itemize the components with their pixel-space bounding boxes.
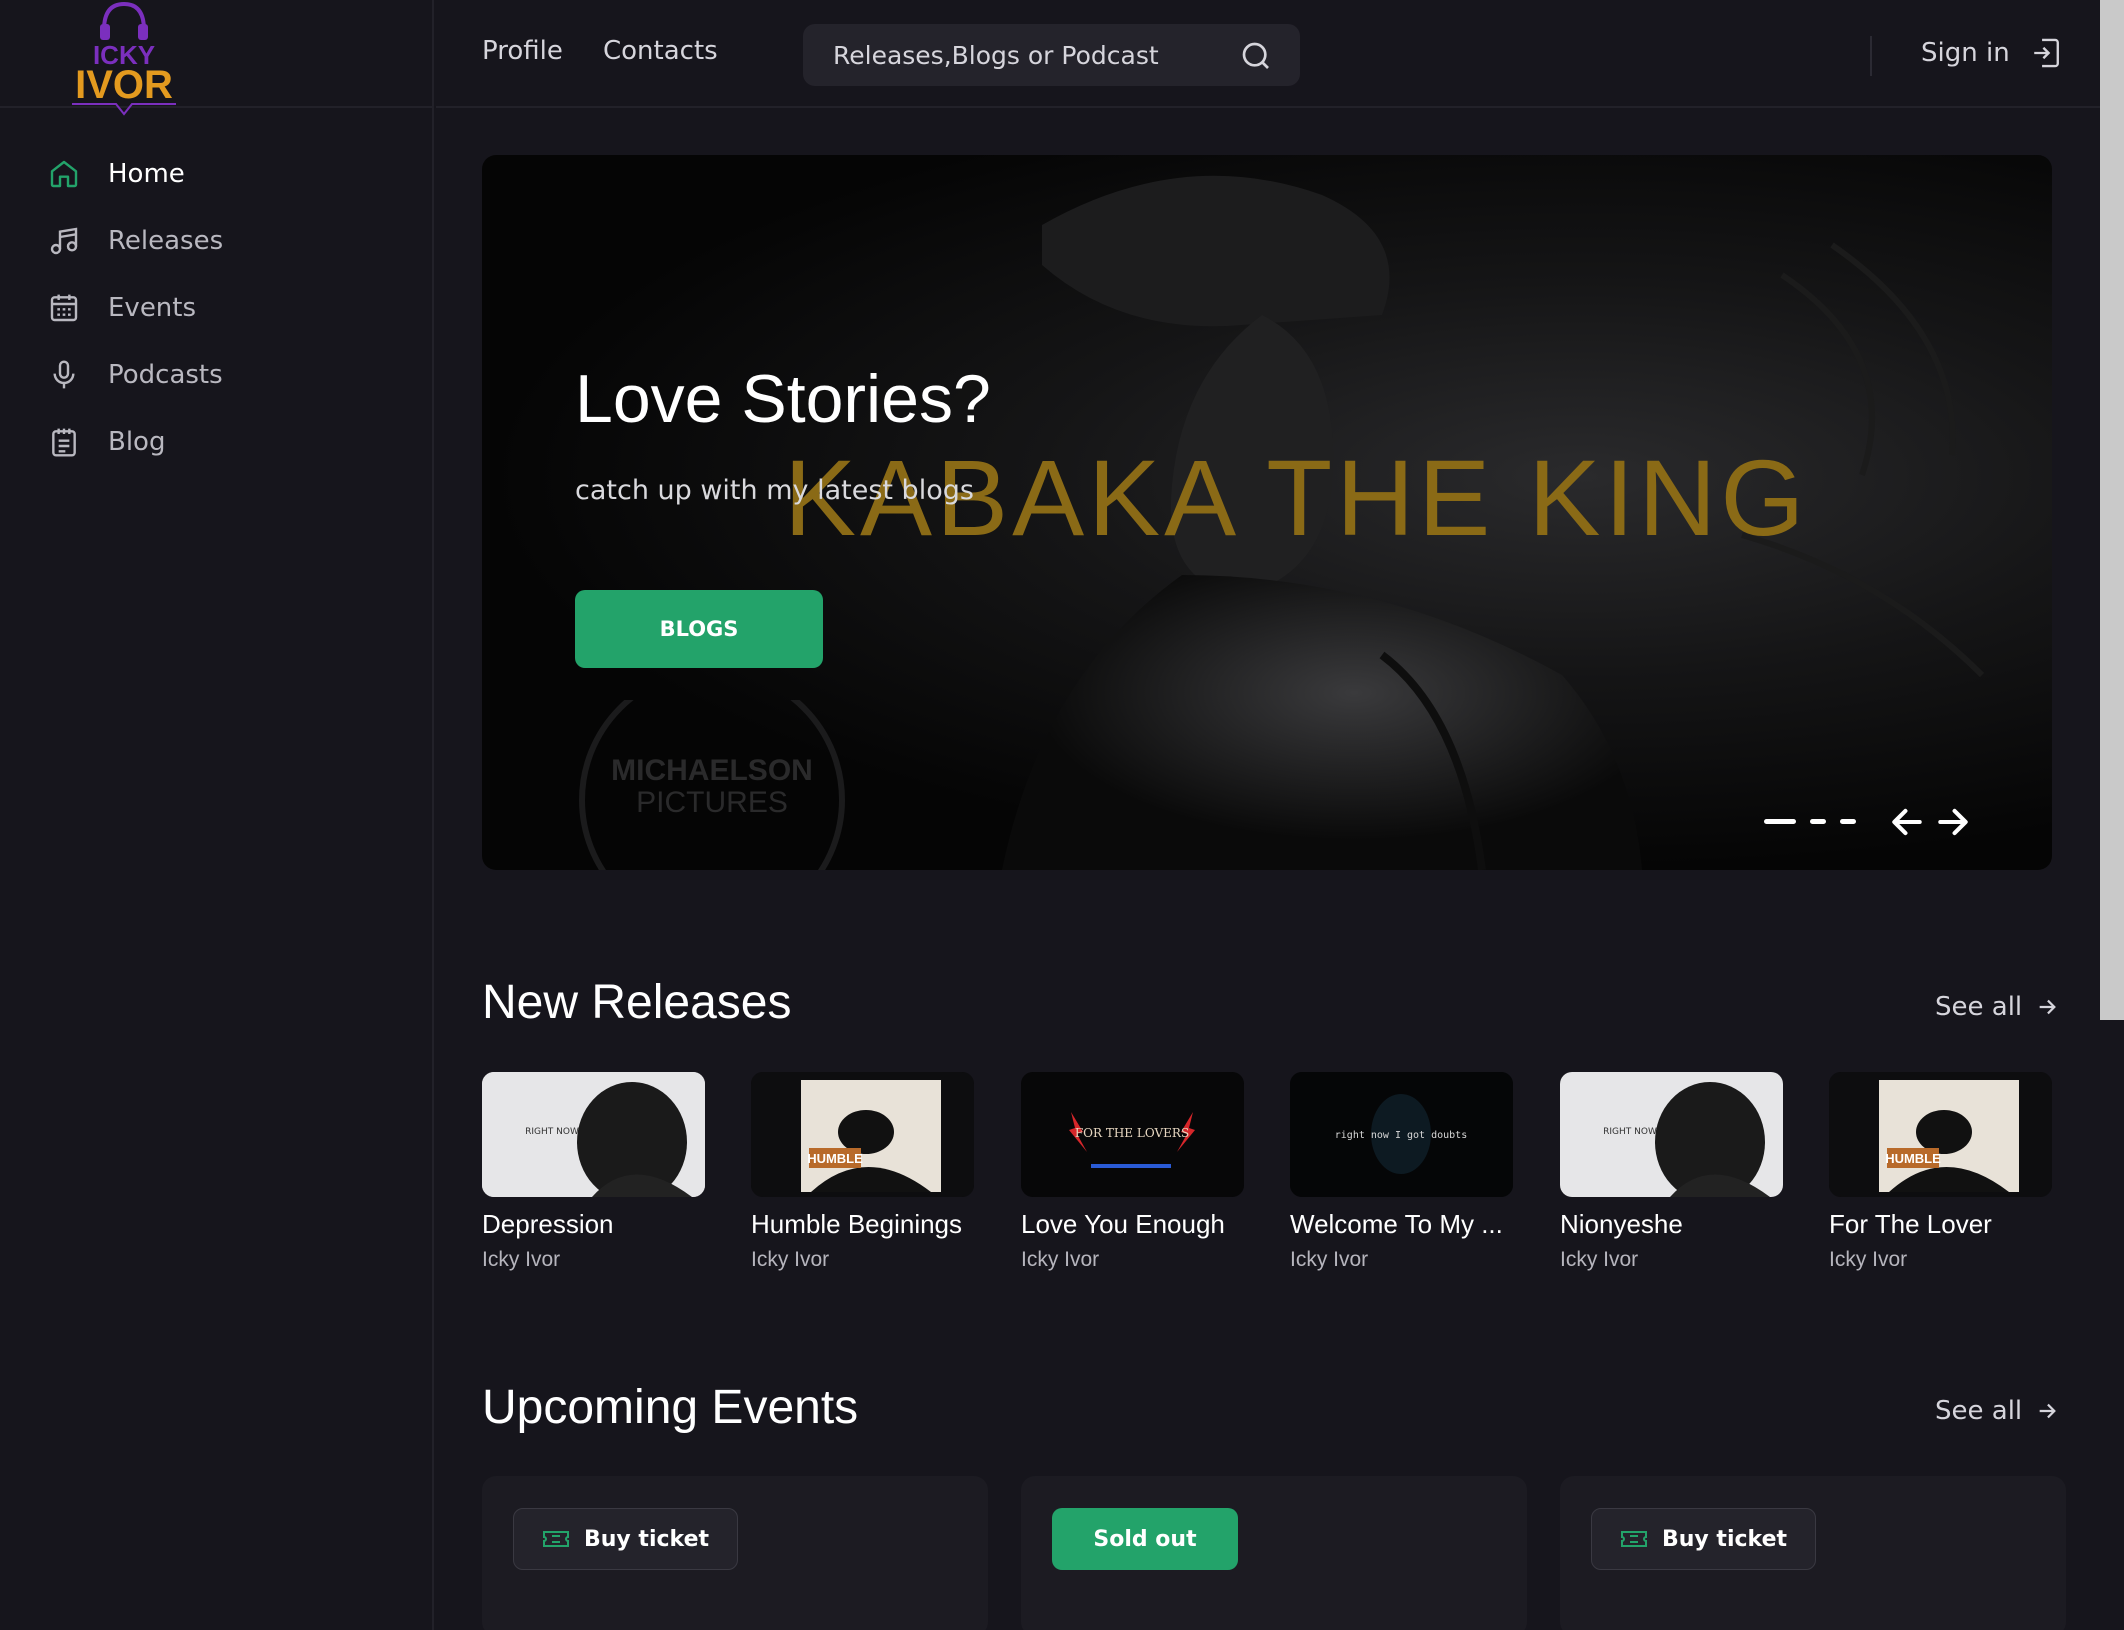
release-title: Welcome To My ... — [1290, 1209, 1503, 1239]
release-card[interactable]: HUMBLE Humble Beginings Icky Ivor — [751, 1072, 974, 1272]
carousel-dots — [1764, 819, 1870, 824]
events-see-all-link[interactable]: See all — [1935, 1396, 2058, 1426]
scrollbar[interactable] — [2100, 0, 2124, 1630]
hero-carousel: KABAKA THE KING Love Stories? catch up w… — [482, 155, 2052, 870]
release-card[interactable]: FOR THE LOVERS Love You Enough Icky Ivor — [1021, 1072, 1244, 1272]
carousel-dot[interactable] — [1840, 819, 1856, 824]
release-card[interactable]: HUMBLE For The Lover Icky Ivor — [1829, 1072, 2052, 1272]
arrow-right-icon — [2039, 999, 2057, 1015]
logo-area: ICKY IVOR — [0, 0, 434, 116]
sold-out-button[interactable]: Sold out — [1052, 1508, 1238, 1570]
release-artist: Icky Ivor — [1829, 1248, 1908, 1271]
top-bar: Profile Contacts Sign in — [436, 0, 2100, 108]
svg-text:RIGHT NOW: RIGHT NOW — [525, 1127, 579, 1137]
logo[interactable]: ICKY IVOR — [62, 0, 182, 118]
sidebar: ICKY IVOR Home Releases Events Podcasts … — [0, 0, 434, 1630]
arrow-right-icon[interactable] — [1934, 803, 1972, 841]
sidebar-item-blog[interactable]: Blog — [0, 408, 434, 475]
sign-in-icon — [2033, 38, 2059, 68]
microphone-icon — [46, 357, 82, 393]
svg-text:RIGHT NOW: RIGHT NOW — [1603, 1127, 1657, 1137]
release-title: Nionyeshe — [1560, 1209, 1683, 1239]
arrow-left-icon[interactable] — [1888, 803, 1926, 841]
search-input[interactable] — [833, 24, 1233, 86]
svg-text:FOR THE LOVERS: FOR THE LOVERS — [1075, 1126, 1189, 1140]
logo-bottom-text: IVOR — [75, 63, 173, 107]
search-icon[interactable] — [1240, 40, 1272, 72]
release-title: Depression — [482, 1209, 614, 1239]
event-card[interactable]: Buy ticket — [482, 1476, 988, 1630]
release-artist: Icky Ivor — [1021, 1248, 1100, 1271]
blogs-button[interactable]: BLOGS — [575, 590, 823, 668]
release-thumbnail: RIGHT NOW — [482, 1072, 705, 1197]
hero-subtitle: catch up with my latest blogs — [575, 475, 974, 506]
ticket-icon — [543, 1531, 569, 1547]
sidebar-item-label: Podcasts — [108, 359, 223, 390]
hero-title: Love Stories? — [575, 361, 991, 437]
see-all-label: See all — [1935, 992, 2023, 1022]
notepad-icon — [46, 424, 82, 460]
release-artist: Icky Ivor — [482, 1248, 561, 1271]
releases-see-all-link[interactable]: See all — [1935, 992, 2058, 1022]
new-releases-title: New Releases — [482, 976, 792, 1029]
search-bar — [803, 24, 1300, 86]
event-card[interactable]: Sold out — [1021, 1476, 1527, 1630]
sidebar-item-events[interactable]: Events — [0, 274, 434, 341]
sidebar-nav: Home Releases Events Podcasts Blog — [0, 140, 434, 475]
upcoming-events-title: Upcoming Events — [482, 1381, 859, 1434]
release-title: For The Lover — [1829, 1209, 1992, 1239]
watermark: MICHAELSON PICTURES — [579, 700, 845, 870]
music-note-icon — [46, 223, 82, 259]
scrollbar-thumb[interactable] — [2100, 0, 2124, 1020]
buy-ticket-button[interactable]: Buy ticket — [513, 1508, 739, 1570]
release-thumbnail: FOR THE LOVERS — [1021, 1072, 1244, 1197]
svg-text:right now I got doubts: right now I got doubts — [1335, 1130, 1467, 1141]
release-artist: Icky Ivor — [1560, 1248, 1639, 1271]
event-card[interactable]: Buy ticket — [1560, 1476, 2066, 1630]
buy-ticket-label: Buy ticket — [1662, 1526, 1788, 1552]
sidebar-item-label: Home — [108, 158, 185, 189]
release-title: Love You Enough — [1021, 1209, 1225, 1239]
svg-text:HUMBLE: HUMBLE — [1885, 1151, 1941, 1166]
sidebar-item-releases[interactable]: Releases — [0, 207, 434, 274]
sidebar-item-label: Blog — [108, 426, 166, 457]
sidebar-item-podcasts[interactable]: Podcasts — [0, 341, 434, 408]
ticket-icon — [1621, 1531, 1647, 1547]
svg-text:HUMBLE: HUMBLE — [807, 1151, 863, 1166]
sidebar-item-label: Releases — [108, 225, 224, 256]
svg-text:MICHAELSON: MICHAELSON — [611, 754, 813, 787]
carousel-dot[interactable] — [1810, 819, 1826, 824]
calendar-icon — [46, 290, 82, 326]
sidebar-item-label: Events — [108, 292, 197, 323]
svg-text:PICTURES: PICTURES — [636, 786, 788, 819]
arrow-right-icon — [2039, 1403, 2057, 1419]
buy-ticket-label: Buy ticket — [584, 1526, 710, 1552]
sign-in-label: Sign in — [1921, 38, 2010, 68]
release-artist: Icky Ivor — [751, 1248, 830, 1271]
release-card[interactable]: RIGHT NOW Depression Icky Ivor — [482, 1072, 705, 1272]
release-thumbnail: HUMBLE — [751, 1072, 974, 1197]
header-divider — [1870, 36, 1872, 76]
release-title: Humble Beginings — [751, 1209, 963, 1239]
see-all-label: See all — [1935, 1396, 2023, 1426]
profile-link[interactable]: Profile — [482, 36, 563, 66]
release-thumbnail: HUMBLE — [1829, 1072, 2052, 1197]
carousel-dot-active[interactable] — [1764, 819, 1796, 824]
home-icon — [46, 156, 82, 192]
release-card[interactable]: right now I got doubts Welcome To My ...… — [1290, 1072, 1513, 1272]
release-artist: Icky Ivor — [1290, 1248, 1369, 1271]
release-thumbnail: RIGHT NOW — [1560, 1072, 1783, 1197]
contacts-link[interactable]: Contacts — [603, 36, 718, 66]
sign-in-button[interactable]: Sign in — [1921, 36, 2062, 70]
release-thumbnail: right now I got doubts — [1290, 1072, 1513, 1197]
sidebar-item-home[interactable]: Home — [0, 140, 434, 207]
buy-ticket-button[interactable]: Buy ticket — [1591, 1508, 1817, 1570]
release-card[interactable]: RIGHT NOW Nionyeshe Icky Ivor — [1560, 1072, 1783, 1272]
